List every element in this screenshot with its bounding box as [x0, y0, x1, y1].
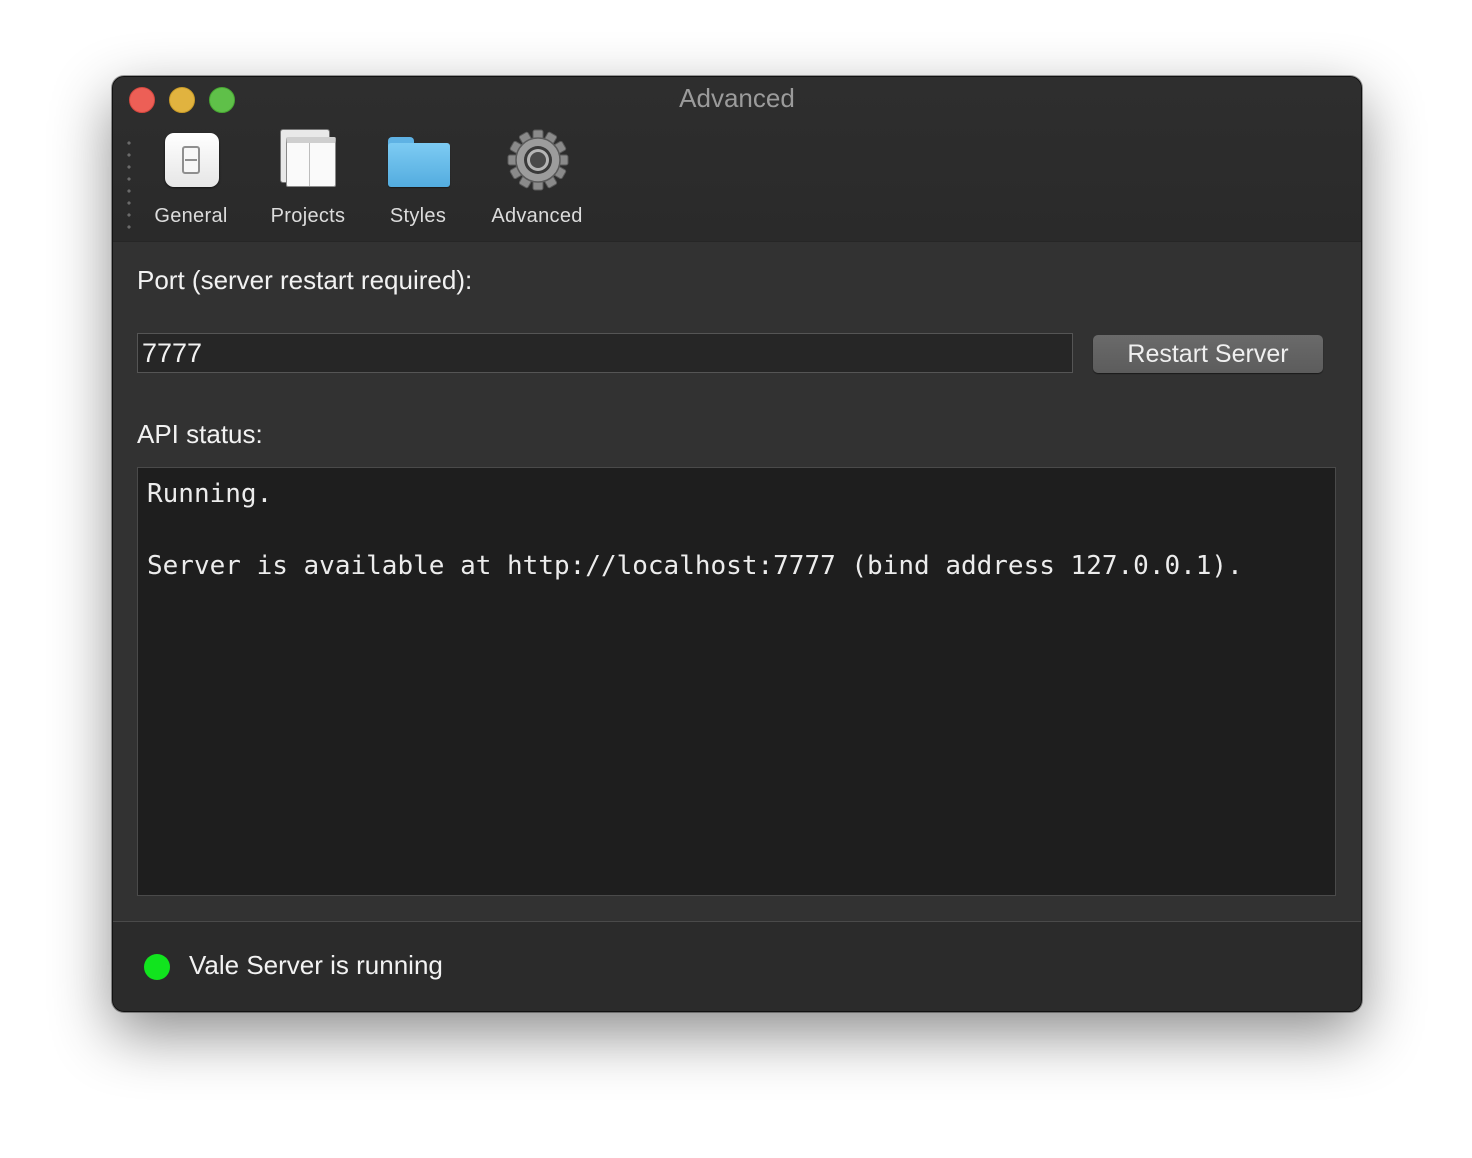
toolbar-item-styles[interactable]: Styles [383, 129, 453, 228]
api-status-textarea[interactable]: Running. Server is available at http://l… [137, 467, 1336, 896]
gear-icon [505, 129, 569, 193]
toolbar-item-label: General [154, 205, 228, 227]
title-bar-toolbar: Advanced General Projects Styles Advance… [113, 77, 1361, 242]
status-indicator-icon [144, 954, 170, 980]
status-line: Running. [147, 479, 273, 509]
toolbar-item-advanced[interactable]: Advanced [485, 129, 589, 228]
toolbar-item-general[interactable]: General [149, 129, 233, 228]
toolbar-drag-handle-icon [127, 137, 131, 229]
status-line-blank [147, 512, 1326, 548]
status-line: Server is available at http://localhost:… [147, 551, 1243, 581]
window-title: Advanced [679, 83, 795, 113]
restart-server-button[interactable]: Restart Server [1093, 335, 1323, 373]
toolbar-item-label: Advanced [491, 205, 583, 227]
api-status-label: API status: [137, 419, 263, 449]
server-status-text: Vale Server is running [189, 950, 443, 980]
windows-icon [276, 129, 340, 193]
toolbar-item-projects[interactable]: Projects [265, 129, 351, 228]
port-input[interactable]: 7777 [137, 333, 1073, 373]
status-footer: Vale Server is running [113, 922, 1361, 1011]
switch-icon [159, 129, 223, 193]
folder-icon [386, 129, 450, 193]
toolbar-item-label: Styles [389, 205, 447, 227]
preferences-window: Advanced General Projects Styles Advance… [112, 76, 1362, 1012]
toolbar-item-label: Projects [270, 205, 346, 227]
port-label: Port (server restart required): [137, 265, 473, 295]
